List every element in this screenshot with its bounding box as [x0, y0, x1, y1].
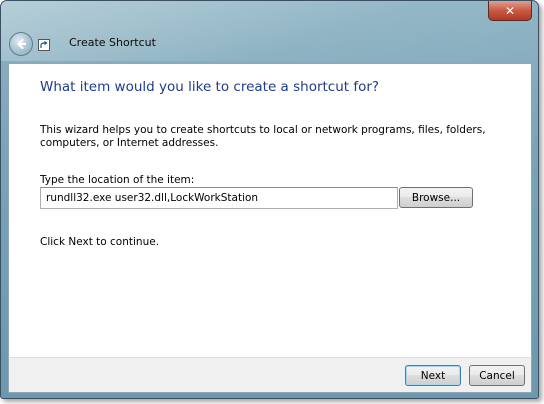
- window-title: Create Shortcut: [69, 36, 156, 49]
- wizard-content-panel: What item would you like to create a sho…: [8, 63, 532, 358]
- close-button[interactable]: ✕: [488, 1, 532, 21]
- create-shortcut-window: ✕ Create Shortcut What item would you li…: [0, 0, 539, 399]
- shortcut-wizard-icon: [38, 39, 50, 51]
- continue-text: Click Next to continue.: [40, 236, 160, 248]
- close-icon: ✕: [504, 3, 516, 18]
- browse-button[interactable]: Browse...: [399, 187, 473, 208]
- cancel-button[interactable]: Cancel: [469, 365, 525, 386]
- location-label: Type the location of the item:: [40, 174, 195, 186]
- back-button[interactable]: [9, 32, 33, 56]
- button-bar: Next Cancel: [8, 357, 532, 393]
- title-bar: [1, 1, 538, 61]
- location-input[interactable]: rundll32.exe user32.dll,LockWorkStation: [40, 187, 398, 209]
- intro-text: This wizard helps you to create shortcut…: [40, 124, 486, 149]
- page-heading: What item would you like to create a sho…: [40, 79, 380, 95]
- back-arrow-icon: [17, 38, 27, 50]
- next-button[interactable]: Next: [405, 365, 461, 386]
